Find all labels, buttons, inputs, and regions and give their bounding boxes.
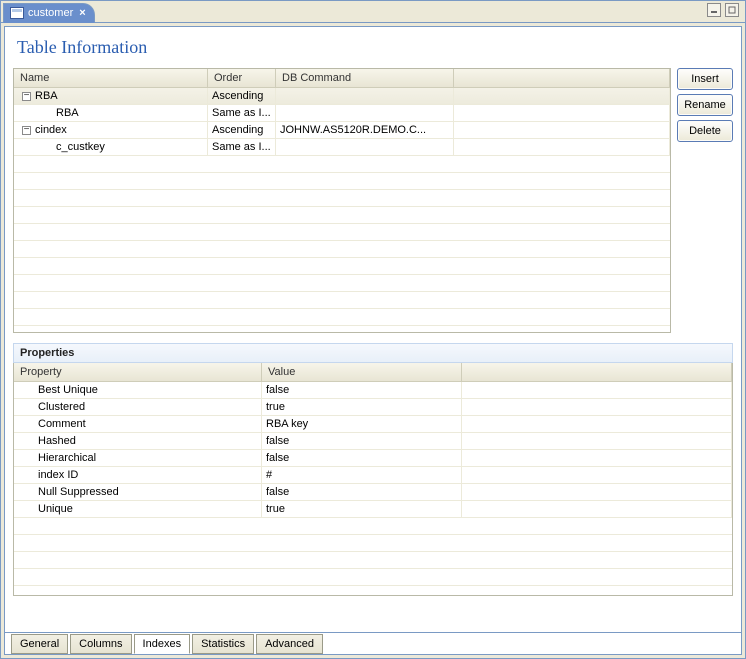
indexes-panel: Name Order DB Command −RBAAscendingRBASa…	[13, 68, 733, 333]
row-name-text: RBA	[56, 107, 79, 119]
tab-advanced[interactable]: Advanced	[256, 634, 323, 654]
editor-tab-customer[interactable]: customer ×	[3, 3, 95, 23]
property-name: Hierarchical	[14, 450, 262, 466]
property-blank	[462, 484, 732, 500]
property-row[interactable]: index ID#	[14, 467, 732, 484]
row-name-text: c_custkey	[56, 141, 105, 153]
col-header-property[interactable]: Property	[14, 363, 262, 381]
property-value: #	[262, 467, 462, 483]
tab-title: customer	[28, 7, 73, 19]
property-blank	[462, 416, 732, 432]
tab-general[interactable]: General	[11, 634, 68, 654]
table-row[interactable]: −RBAAscending	[14, 88, 670, 105]
property-name: Best Unique	[14, 382, 262, 398]
cell-order: Ascending	[208, 122, 276, 138]
property-value: true	[262, 399, 462, 415]
property-row[interactable]: Null Suppressedfalse	[14, 484, 732, 501]
property-name: Comment	[14, 416, 262, 432]
editor-tabbar: customer ×	[1, 1, 745, 23]
property-name: Null Suppressed	[14, 484, 262, 500]
property-blank	[462, 501, 732, 517]
cell-blank	[454, 139, 670, 155]
page-title: Table Information	[13, 33, 733, 68]
cell-blank	[454, 105, 670, 121]
insert-button[interactable]: Insert	[677, 68, 733, 90]
property-row[interactable]: Best Uniquefalse	[14, 382, 732, 399]
table-row[interactable]: RBA Same as I...	[14, 105, 670, 122]
property-blank	[462, 450, 732, 466]
delete-button[interactable]: Delete	[677, 120, 733, 142]
cell-order: Same as I...	[208, 139, 276, 155]
properties-grid[interactable]: Property Value Best UniquefalseClustered…	[13, 363, 733, 596]
property-value: RBA key	[262, 416, 462, 432]
props-body: Best UniquefalseClusteredtrueCommentRBA …	[14, 382, 732, 595]
cell-name: −cindex	[14, 122, 208, 138]
col-header-dbcommand[interactable]: DB Command	[276, 69, 454, 87]
col-header-blank2	[462, 363, 732, 381]
col-header-value[interactable]: Value	[262, 363, 462, 381]
close-icon[interactable]: ×	[77, 7, 87, 19]
property-blank	[462, 399, 732, 415]
cell-name: −RBA	[14, 88, 208, 104]
property-value: false	[262, 484, 462, 500]
grid-body: −RBAAscendingRBASame as I...−cindexAscen…	[14, 88, 670, 332]
cell-name: c_custkey	[14, 139, 208, 155]
table-icon	[10, 7, 24, 19]
action-buttons: Insert Rename Delete	[677, 68, 733, 333]
property-row[interactable]: Uniquetrue	[14, 501, 732, 518]
empty-rows	[14, 156, 670, 332]
empty-rows	[14, 518, 732, 595]
row-name-text: cindex	[35, 124, 67, 136]
minimize-button[interactable]	[707, 3, 721, 17]
cell-order: Same as I...	[208, 105, 276, 121]
cell-order: Ascending	[208, 88, 276, 104]
table-row[interactable]: −cindexAscendingJOHNW.AS5120R.DEMO.C...	[14, 122, 670, 139]
indexes-grid[interactable]: Name Order DB Command −RBAAscendingRBASa…	[13, 68, 671, 333]
tab-columns[interactable]: Columns	[70, 634, 131, 654]
property-row[interactable]: Hashedfalse	[14, 433, 732, 450]
property-value: false	[262, 433, 462, 449]
property-blank	[462, 382, 732, 398]
property-value: false	[262, 450, 462, 466]
cell-name: RBA	[14, 105, 208, 121]
maximize-button[interactable]	[725, 3, 739, 17]
cell-blank	[454, 88, 670, 104]
window-controls	[707, 3, 739, 17]
properties-header: Properties	[13, 343, 733, 363]
content-area: Table Information Name Order DB Command …	[4, 26, 742, 633]
property-blank	[462, 433, 732, 449]
tab-statistics[interactable]: Statistics	[192, 634, 254, 654]
cell-dbcommand: JOHNW.AS5120R.DEMO.C...	[276, 122, 454, 138]
rename-button[interactable]: Rename	[677, 94, 733, 116]
property-row[interactable]: CommentRBA key	[14, 416, 732, 433]
col-header-blank	[454, 69, 670, 87]
cell-dbcommand	[276, 105, 454, 121]
cell-dbcommand	[276, 139, 454, 155]
collapse-icon[interactable]: −	[22, 92, 31, 101]
bottom-tabbar: General Columns Indexes Statistics Advan…	[4, 633, 742, 655]
table-row[interactable]: c_custkey Same as I...	[14, 139, 670, 156]
collapse-icon[interactable]: −	[22, 126, 31, 135]
grid-header: Name Order DB Command	[14, 69, 670, 88]
property-name: Unique	[14, 501, 262, 517]
property-blank	[462, 467, 732, 483]
props-header-row: Property Value	[14, 363, 732, 382]
property-value: true	[262, 501, 462, 517]
editor-window: customer × Table Information Name Order …	[0, 0, 746, 659]
row-name-text: RBA	[35, 90, 58, 102]
cell-dbcommand	[276, 88, 454, 104]
property-name: Clustered	[14, 399, 262, 415]
col-header-name[interactable]: Name	[14, 69, 208, 87]
tab-indexes[interactable]: Indexes	[134, 634, 191, 654]
cell-blank	[454, 122, 670, 138]
property-value: false	[262, 382, 462, 398]
col-header-order[interactable]: Order	[208, 69, 276, 87]
property-name: index ID	[14, 467, 262, 483]
property-row[interactable]: Hierarchicalfalse	[14, 450, 732, 467]
property-row[interactable]: Clusteredtrue	[14, 399, 732, 416]
property-name: Hashed	[14, 433, 262, 449]
